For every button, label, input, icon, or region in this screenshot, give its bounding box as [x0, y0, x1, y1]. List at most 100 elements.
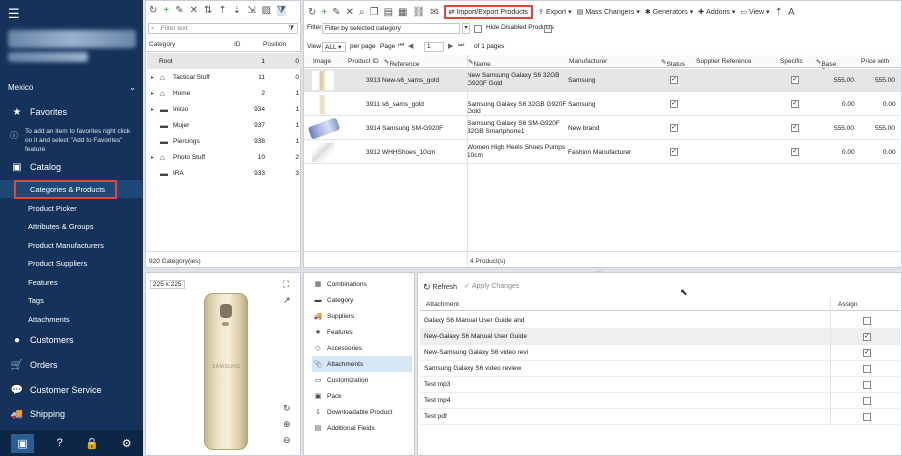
export-dropdown[interactable]: ⇪ Export ▾: [538, 8, 572, 17]
col-base-price[interactable]: ✎ Base Price: [816, 58, 836, 75]
filter-icon[interactable]: ⧩: [277, 5, 286, 16]
assign-checkbox[interactable]: [863, 413, 871, 421]
expand-icon[interactable]: ⇲: [247, 5, 255, 16]
tab-attachments[interactable]: 📎 Attachments: [312, 356, 412, 372]
nav-orders[interactable]: 🛒 Orders: [0, 354, 143, 376]
paste-icon[interactable]: ▤: [384, 7, 393, 18]
tab-features[interactable]: ★ Features: [312, 324, 412, 340]
hamburger-menu-icon[interactable]: ☰: [8, 6, 20, 22]
refresh-icon[interactable]: ↻: [149, 5, 157, 16]
refresh-icon[interactable]: ↻: [308, 7, 316, 18]
table-row[interactable]: 3912 WHHShoes_10cm Women High Heels Shoe…: [304, 141, 901, 164]
tree-row[interactable]: ▸ ⌂ Tactical Stuff 11 0: [147, 69, 301, 85]
tab-customization[interactable]: ▭ Customization: [312, 372, 412, 388]
page-input[interactable]: 1: [424, 42, 444, 52]
assign-checkbox[interactable]: [863, 381, 871, 389]
col-image[interactable]: Image: [313, 58, 331, 65]
zoom-out-icon[interactable]: ⊖: [283, 435, 291, 446]
funnel-icon[interactable]: ⧩: [288, 24, 294, 33]
attachment-row[interactable]: New-Samsung Galaxy S6 video revi ✓: [420, 345, 900, 361]
text-size-icon[interactable]: A: [788, 7, 795, 18]
attachment-row[interactable]: Test mp4: [420, 393, 900, 409]
tab-additional-fields[interactable]: ▤ Additional Fields: [312, 420, 412, 436]
prev-page-icon[interactable]: ◀: [408, 42, 413, 50]
table-row[interactable]: 3914 Samsung SM-G920F Samsung Galaxy S6 …: [304, 117, 901, 140]
tree-row[interactable]: ▬ IRA 933 3: [147, 165, 301, 181]
search-icon[interactable]: ⌕: [359, 7, 365, 18]
status-checkbox[interactable]: ✓: [670, 148, 678, 156]
tree-row[interactable]: ▸ ⌂ Home 2 1: [147, 85, 301, 101]
attachment-row[interactable]: Test pdf: [420, 409, 900, 425]
attachment-row[interactable]: Test mp3: [420, 377, 900, 393]
col-assign[interactable]: Assign: [838, 301, 858, 308]
table-row[interactable]: 3911 s6_sams_gold Samsung Galaxy S6 32GB…: [304, 93, 901, 116]
open-external-icon[interactable]: ↗: [283, 295, 291, 306]
attachment-row[interactable]: Samsung Galaxy S6 video review: [420, 361, 900, 377]
tab-category[interactable]: ▬ Category: [312, 292, 412, 308]
image-icon[interactable]: ▨: [262, 5, 271, 16]
expand-arrow-icon[interactable]: ▸: [151, 90, 154, 97]
nav-customers[interactable]: ● Customers: [0, 329, 143, 351]
edit-icon[interactable]: ✎: [175, 5, 183, 16]
specific-checkbox[interactable]: ✓: [791, 100, 799, 108]
category-filter-input[interactable]: ⌕ Filter text ⧩: [148, 23, 298, 34]
status-checkbox[interactable]: ✓: [670, 124, 678, 132]
assign-checkbox[interactable]: [863, 365, 871, 373]
view-dropdown[interactable]: ▭ View ▾: [740, 8, 769, 17]
tab-suppliers[interactable]: 🚚 Suppliers: [312, 308, 412, 324]
specific-checkbox[interactable]: ✓: [791, 124, 799, 132]
add-icon[interactable]: +: [163, 5, 169, 16]
tree-row[interactable]: ▸ ▬ Inicio 934 1: [147, 101, 301, 117]
nav-shipping[interactable]: 🚚 Shipping: [0, 403, 143, 425]
sort-up-icon[interactable]: ⇡: [218, 5, 226, 16]
col-specific[interactable]: Specific: [780, 58, 803, 65]
col-attachment[interactable]: Attachment: [426, 301, 459, 308]
col-manufacturer[interactable]: Manufacturer: [569, 58, 607, 65]
nav-product-manufacturers[interactable]: Product Manufacturers: [0, 236, 143, 254]
nav-attributes-groups[interactable]: Attributes & Groups: [0, 217, 143, 235]
specific-checkbox[interactable]: ✓: [791, 76, 799, 84]
rotate-icon[interactable]: ↻: [283, 403, 291, 414]
region-selector[interactable]: Mexico ⌄: [8, 83, 136, 92]
zoom-in-icon[interactable]: ⊕: [283, 419, 291, 430]
apply-changes-button[interactable]: ✓ Apply Changes: [464, 282, 519, 291]
assign-checkbox[interactable]: [863, 397, 871, 405]
nav-tags[interactable]: Tags: [0, 291, 143, 309]
add-icon[interactable]: +: [321, 7, 327, 18]
lock-icon[interactable]: 🔒: [85, 437, 99, 450]
delete-icon[interactable]: ✕: [346, 7, 354, 18]
tree-row-root[interactable]: Root 1 0: [147, 53, 301, 69]
filter-dropdown-arrow[interactable]: ▾: [462, 23, 470, 34]
addons-dropdown[interactable]: ✚ Addons ▾: [698, 8, 735, 17]
tab-accessories[interactable]: ◇ Accessories: [312, 340, 412, 356]
last-page-icon[interactable]: ⏭: [458, 42, 464, 50]
nav-customer-service[interactable]: 💬 Customer Service: [0, 379, 143, 401]
col-product-id[interactable]: Product ID: [348, 58, 379, 65]
col-position[interactable]: Position: [263, 41, 286, 48]
nav-categories-products[interactable]: Categories & Products: [0, 179, 143, 199]
expand-arrow-icon[interactable]: ▸: [151, 106, 154, 113]
delete-icon[interactable]: ✕: [190, 5, 198, 16]
col-supplier-ref[interactable]: Supplier Reference: [696, 58, 752, 65]
nav-product-picker[interactable]: Product Picker: [0, 199, 143, 217]
col-status[interactable]: ✎ Status: [661, 58, 685, 68]
tree-row[interactable]: ▬ Mujer 937 1: [147, 117, 301, 133]
tree-row[interactable]: ▸ ⌂ Photo Stuff 10 2: [147, 149, 301, 165]
export-table-icon[interactable]: ▦: [398, 7, 407, 18]
import-export-button[interactable]: ⇄ Import/Export Products: [443, 5, 534, 19]
assign-checkbox[interactable]: [863, 317, 871, 325]
first-page-icon[interactable]: ⏮: [398, 42, 404, 50]
expand-arrow-icon[interactable]: ▸: [151, 154, 154, 161]
nav-features[interactable]: Features: [0, 273, 143, 291]
edit-icon[interactable]: ✎: [332, 7, 340, 18]
col-price-with[interactable]: Price with: [861, 58, 889, 65]
sort-down-icon[interactable]: ⇣: [233, 5, 241, 16]
store-home-icon[interactable]: ▣: [11, 433, 34, 453]
table-row[interactable]: 3913 New-s6_sams_gold New Samsung Galaxy…: [304, 69, 901, 92]
nav-catalog[interactable]: ▣ Catalog: [0, 156, 143, 178]
tab-downloadable-product[interactable]: ⇩ Downloadable Product: [312, 404, 412, 420]
next-page-icon[interactable]: ▶: [448, 42, 453, 50]
view-count-select[interactable]: ALL ▾: [322, 42, 346, 52]
move-icon[interactable]: ⇅: [204, 5, 212, 16]
link-icon[interactable]: ⛓: [413, 7, 426, 18]
